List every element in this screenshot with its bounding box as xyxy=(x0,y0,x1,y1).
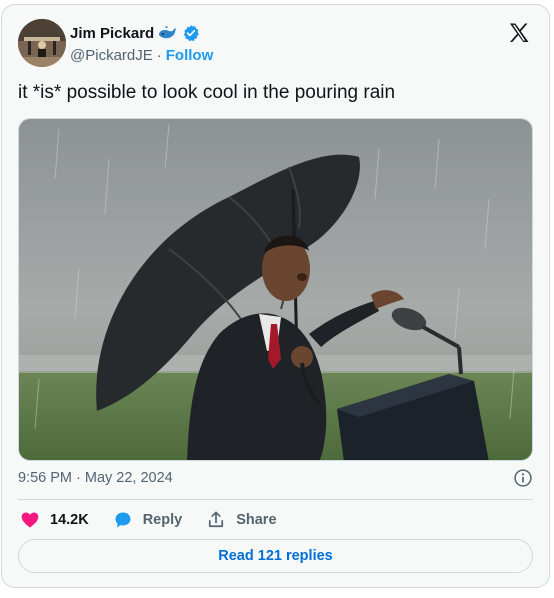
author-handle[interactable]: @PickardJE xyxy=(70,47,153,64)
author-name-row: Jim Pickard xyxy=(70,24,200,42)
verified-badge-icon xyxy=(184,25,200,42)
tweet-actions-bar: 14.2K Reply Share xyxy=(20,510,301,530)
like-button[interactable]: 14.2K xyxy=(20,510,89,530)
author-handle-row: @PickardJE · Follow xyxy=(70,47,213,64)
divider xyxy=(18,499,533,500)
tweet-timestamp[interactable]: 9:56 PM · May 22, 2024 xyxy=(18,470,173,486)
like-count: 14.2K xyxy=(50,512,89,528)
whale-emoji-icon xyxy=(159,26,177,39)
heart-icon xyxy=(21,512,39,528)
reply-bubble-icon xyxy=(115,512,131,528)
tweet-text: it *is* possible to look cool in the pou… xyxy=(18,82,396,103)
info-icon[interactable] xyxy=(513,468,533,488)
read-replies-button[interactable]: Read 121 replies xyxy=(18,539,533,573)
follow-button[interactable]: Follow xyxy=(166,47,214,64)
share-button[interactable]: Share xyxy=(206,510,277,530)
photo-man-with-umbrella xyxy=(19,119,532,460)
reply-button[interactable]: Reply xyxy=(113,510,183,530)
tweet-media-photo[interactable] xyxy=(18,118,533,461)
share-label: Share xyxy=(236,512,277,528)
avatar-image xyxy=(18,19,66,67)
avatar[interactable] xyxy=(18,19,66,67)
separator-dot: · xyxy=(156,47,162,64)
tweet-card: Jim Pickard @PickardJE · Follow it *is* … xyxy=(1,4,550,588)
x-logo-icon[interactable] xyxy=(507,21,531,45)
author-name[interactable]: Jim Pickard xyxy=(70,25,154,42)
reply-label: Reply xyxy=(142,512,183,528)
share-icon xyxy=(209,511,224,528)
